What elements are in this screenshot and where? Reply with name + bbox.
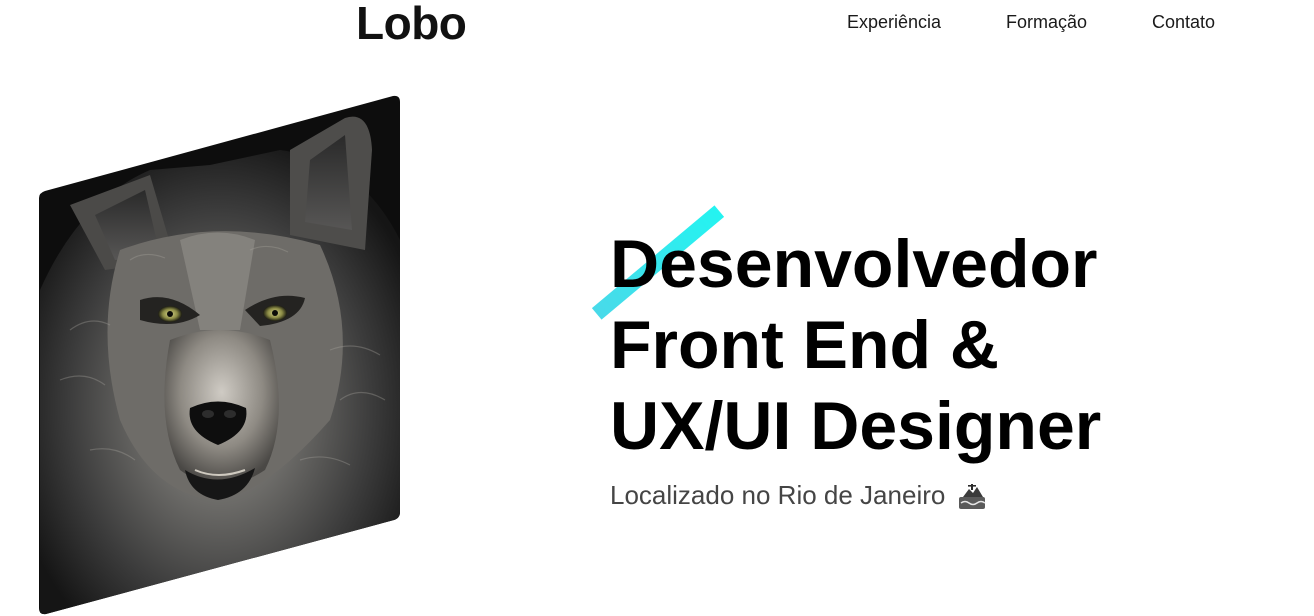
nav-link-contato[interactable]: Contato bbox=[1152, 12, 1215, 33]
location-text: Localizado no Rio de Janeiro bbox=[610, 480, 946, 510]
headline-line-1: Desenvolvedor bbox=[610, 226, 1098, 302]
hero-headline: Desenvolvedor Front End & UX/UI Designer bbox=[610, 224, 1101, 467]
headline-line-2: Front End & bbox=[610, 307, 1000, 383]
wolf-portrait-image bbox=[39, 95, 400, 615]
headline-line-3: UX/UI Designer bbox=[610, 388, 1102, 464]
page: Lobo Experiência Formação Contato Desenv… bbox=[0, 0, 1314, 616]
nav-link-experiencia[interactable]: Experiência bbox=[847, 12, 941, 33]
nav-link-formacao[interactable]: Formação bbox=[1006, 12, 1087, 33]
rio-landmark-icon bbox=[958, 484, 986, 510]
hero-subtitle: Localizado no Rio de Janeiro bbox=[610, 480, 987, 511]
